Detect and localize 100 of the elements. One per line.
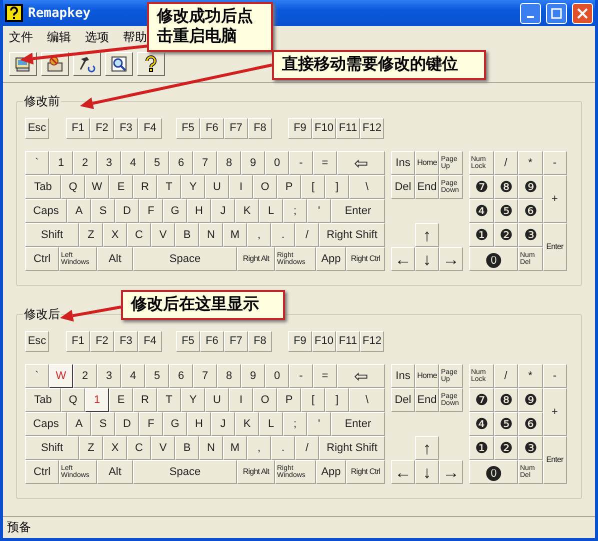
keyboard-key[interactable]: 3 [97,151,121,175]
keyboard-key[interactable]: Right Ctrl [346,247,385,271]
keyboard-key[interactable]: End [415,175,439,199]
keyboard-key[interactable]: 9 [241,151,265,175]
keyboard-key[interactable]: C [127,436,151,460]
toolbar-button[interactable] [105,52,133,76]
keyboard-key[interactable]: Shift [25,436,79,460]
keyboard-key[interactable]: F2 [90,118,114,139]
keyboard-key[interactable]: F10 [312,331,336,352]
keyboard-key[interactable]: 4 [121,364,145,388]
keyboard-key[interactable]: + [542,388,567,436]
menu-item[interactable]: 编辑 [45,28,73,46]
keyboard-key[interactable]: F8 [248,118,272,139]
keyboard-key[interactable]: F11 [336,118,360,139]
keyboard-key[interactable]: 2 [73,364,97,388]
keyboard-key[interactable]: Ins [391,151,415,175]
keyboard-key[interactable]: ❼ [469,175,494,199]
keyboard-key[interactable]: Y [181,388,205,412]
keyboard-key[interactable]: [ [301,175,325,199]
keyboard-key[interactable]: ❶ [469,223,494,247]
keyboard-key[interactable]: ⓿ [469,247,518,271]
keyboard-key[interactable]: G [163,412,187,436]
keyboard-key[interactable]: Q [61,388,85,412]
keyboard-key[interactable]: Ctrl [25,247,59,271]
keyboard-key[interactable]: X [103,436,127,460]
keyboard-key[interactable]: 0 [265,151,289,175]
keyboard-key[interactable]: = [313,364,337,388]
keyboard-key[interactable]: Enter [331,199,385,223]
keyboard-key[interactable]: ❾ [518,388,542,412]
keyboard-key[interactable]: F4 [138,118,162,139]
keyboard-key[interactable]: Space [133,247,237,271]
keyboard-key[interactable]: Tab [25,388,61,412]
keyboard-key[interactable]: Enter [542,223,567,271]
keyboard-key[interactable]: F8 [248,331,272,352]
keyboard-key[interactable]: I [229,388,253,412]
menu-item[interactable]: 文件 [7,28,35,46]
keyboard-key[interactable]: 1 [85,388,109,412]
keyboard-key[interactable]: V [151,223,175,247]
keyboard-key[interactable]: 8 [217,151,241,175]
maximize-button[interactable] [546,2,567,24]
keyboard-key[interactable]: U [205,175,229,199]
keyboard-key[interactable]: N [199,436,223,460]
keyboard-key[interactable]: Z [79,223,103,247]
keyboard-key[interactable]: F9 [288,331,312,352]
keyboard-key[interactable]: F5 [176,331,200,352]
keyboard-key[interactable]: F9 [288,118,312,139]
keyboard-key[interactable]: ↓ [415,460,439,484]
keyboard-key[interactable]: ❸ [518,436,542,460]
keyboard-key[interactable]: 7 [193,364,217,388]
keyboard-key[interactable]: ❺ [494,199,518,223]
keyboard-key[interactable]: ❷ [494,223,518,247]
keyboard-key[interactable]: Z [79,436,103,460]
keyboard-key[interactable]: F6 [200,331,224,352]
keyboard-key[interactable]: / [494,151,518,175]
keyboard-key[interactable]: D [115,199,139,223]
keyboard-key[interactable]: ❻ [518,199,542,223]
keyboard-key[interactable]: Shift [25,223,79,247]
keyboard-key[interactable]: 5 [145,151,169,175]
keyboard-key[interactable]: W [49,364,73,388]
keyboard-key[interactable]: ` [25,364,49,388]
keyboard-key[interactable]: Ctrl [25,460,59,484]
keyboard-key[interactable]: ← [391,247,415,271]
keyboard-key[interactable]: ❽ [494,175,518,199]
keyboard-key[interactable]: J [211,199,235,223]
keyboard-key[interactable]: 1 [49,151,73,175]
keyboard-key[interactable]: E [109,175,133,199]
keyboard-key[interactable]: B [175,223,199,247]
keyboard-key[interactable]: F12 [360,118,384,139]
keyboard-key[interactable]: → [439,460,463,484]
keyboard-key[interactable]: F10 [312,118,336,139]
keyboard-key[interactable]: F7 [224,118,248,139]
keyboard-key[interactable]: C [127,223,151,247]
close-button[interactable] [572,2,593,24]
keyboard-key[interactable]: F5 [176,118,200,139]
keyboard-key[interactable]: K [235,412,259,436]
keyboard-key[interactable]: F1 [66,118,90,139]
keyboard-key[interactable]: 3 [97,364,121,388]
keyboard-key[interactable]: F4 [138,331,162,352]
keyboard-key[interactable]: Y [181,175,205,199]
keyboard-key[interactable]: Tab [25,175,61,199]
keyboard-key[interactable]: ❹ [469,199,494,223]
keyboard-key[interactable]: F6 [200,118,224,139]
keyboard-key[interactable]: 9 [241,364,265,388]
keyboard-key[interactable]: H [187,412,211,436]
keyboard-key[interactable]: Caps [25,199,67,223]
keyboard-key[interactable]: / [295,436,319,460]
keyboard-key[interactable]: F2 [90,331,114,352]
keyboard-key[interactable]: I [229,175,253,199]
keyboard-key[interactable]: F [139,199,163,223]
keyboard-key[interactable]: ❹ [469,412,494,436]
keyboard-key[interactable]: ❸ [518,223,542,247]
menu-item[interactable]: 帮助 [121,28,149,46]
keyboard-key[interactable]: ` [25,151,49,175]
keyboard-key[interactable]: ⇦ [337,364,385,388]
keyboard-key[interactable]: Home [415,151,439,175]
keyboard-key[interactable]: F3 [114,118,138,139]
keyboard-key[interactable]: ❽ [494,388,518,412]
keyboard-key[interactable]: ⓿ [469,460,518,484]
keyboard-key[interactable]: F12 [360,331,384,352]
keyboard-key[interactable]: F7 [224,331,248,352]
